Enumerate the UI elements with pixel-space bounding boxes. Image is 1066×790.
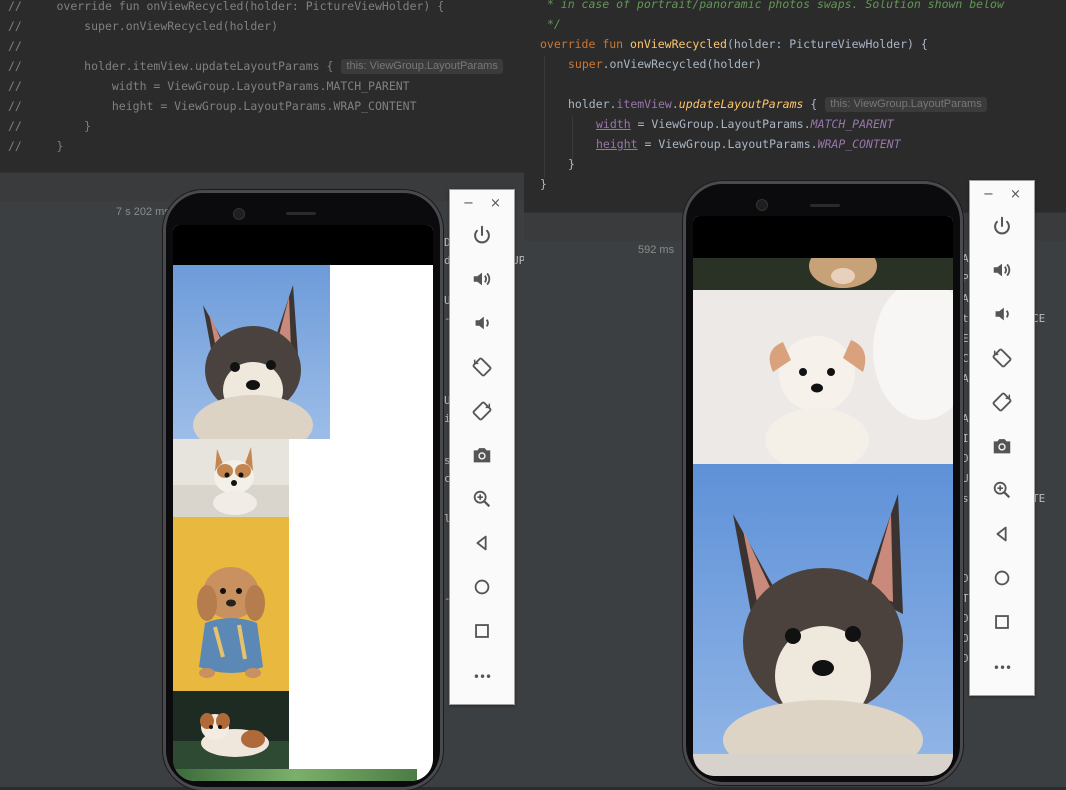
home-circle-icon: [991, 567, 1013, 593]
emulator-toolbar-right: − × •••: [969, 180, 1035, 696]
rotate-left-button[interactable]: [970, 338, 1034, 382]
rotate-left-button[interactable]: [450, 347, 514, 391]
code-line: width = ViewGroup.LayoutParams.MATCH_PAR…: [596, 117, 894, 131]
home-button[interactable]: [450, 567, 514, 611]
photo-lying-puppy[interactable]: [173, 691, 289, 769]
code-line: override fun onViewRecycled(holder: Pict…: [540, 37, 928, 51]
screenshot-button[interactable]: [970, 426, 1034, 470]
power-icon: [471, 224, 493, 250]
back-triangle-icon: [991, 523, 1013, 549]
code-line: // override fun onViewRecycled(holder: P…: [8, 0, 445, 13]
speaker-grille: [810, 204, 840, 207]
home-button[interactable]: [970, 558, 1034, 602]
power-button[interactable]: [450, 215, 514, 259]
status-bar: [173, 225, 433, 265]
photo-chihuahua-large[interactable]: [693, 464, 953, 754]
emulator-phone-right: [683, 181, 963, 785]
overview-button[interactable]: [970, 602, 1034, 646]
type-hint: this: ViewGroup.LayoutParams: [341, 59, 503, 74]
volume-up-icon: [991, 259, 1013, 285]
code-line: }: [540, 177, 547, 191]
back-button[interactable]: [970, 514, 1034, 558]
phone-screen[interactable]: [173, 225, 433, 781]
code-line: // }: [8, 139, 64, 153]
type-hint: this: ViewGroup.LayoutParams: [825, 97, 987, 112]
code-line: // holder.itemView.updateLayoutParams {t…: [8, 56, 503, 76]
close-button[interactable]: ×: [1010, 187, 1021, 202]
code-line: }: [568, 157, 575, 171]
more-dots-icon: •••: [992, 661, 1012, 675]
volume-up-button[interactable]: [450, 259, 514, 303]
zoom-in-icon: [991, 479, 1013, 505]
phone-screen[interactable]: [693, 216, 953, 776]
code-line: // super.onViewRecycled(holder): [8, 19, 279, 33]
code-line: // }: [8, 119, 92, 133]
photo-partial-top[interactable]: [693, 258, 953, 290]
photo-partial-bottom[interactable]: [693, 754, 953, 776]
rotate-right-button[interactable]: [970, 382, 1034, 426]
code-line: */: [540, 17, 561, 31]
emulator-toolbar-left: − × •••: [449, 189, 515, 705]
power-button[interactable]: [970, 206, 1034, 250]
photo-partial[interactable]: [173, 769, 417, 781]
volume-up-button[interactable]: [970, 250, 1034, 294]
photo-corgi[interactable]: [173, 439, 289, 517]
volume-down-button[interactable]: [970, 294, 1034, 338]
code-line: holder.itemView.updateLayoutParams {this…: [568, 94, 987, 114]
volume-down-button[interactable]: [450, 303, 514, 347]
camera-icon: [471, 444, 493, 470]
build-timing: 7 s 202 ms: [116, 206, 170, 218]
rotate-left-icon: [471, 356, 493, 382]
overview-square-icon: [471, 620, 493, 646]
speaker-grille: [286, 212, 316, 215]
photo-poodle[interactable]: [173, 517, 289, 691]
code-line: height = ViewGroup.LayoutParams.WRAP_CON…: [596, 137, 901, 151]
power-icon: [991, 215, 1013, 241]
home-circle-icon: [471, 576, 493, 602]
minimize-button[interactable]: −: [983, 187, 994, 202]
volume-up-icon: [471, 268, 493, 294]
overview-square-icon: [991, 611, 1013, 637]
minimize-button[interactable]: −: [463, 196, 474, 211]
camera-icon: [991, 435, 1013, 461]
rotate-right-icon: [471, 400, 493, 426]
photo-white-puppy[interactable]: [693, 290, 953, 464]
more-button[interactable]: •••: [450, 655, 514, 699]
emulator-phone-left: [163, 190, 443, 790]
overview-button[interactable]: [450, 611, 514, 655]
more-dots-icon: •••: [472, 670, 492, 684]
camera-icon: [756, 199, 768, 211]
rotate-right-icon: [991, 391, 1013, 417]
more-button[interactable]: •••: [970, 646, 1034, 690]
volume-down-icon: [991, 303, 1013, 329]
volume-down-icon: [471, 312, 493, 338]
status-bar: [693, 216, 953, 258]
zoom-button[interactable]: [970, 470, 1034, 514]
camera-icon: [233, 208, 245, 220]
screenshot-button[interactable]: [450, 435, 514, 479]
left-code-editor[interactable]: // override fun onViewRecycled(holder: P…: [0, 0, 524, 172]
rotate-left-icon: [991, 347, 1013, 373]
back-triangle-icon: [471, 532, 493, 558]
rotate-right-button[interactable]: [450, 391, 514, 435]
zoom-button[interactable]: [450, 479, 514, 523]
zoom-in-icon: [471, 488, 493, 514]
indent-guide: [544, 56, 545, 178]
back-button[interactable]: [450, 523, 514, 567]
code-line: * in case of portrait/panoramic photos s…: [540, 0, 1004, 11]
build-timing: 592 ms: [638, 244, 675, 256]
photo-chihuahua[interactable]: [173, 265, 330, 439]
close-button[interactable]: ×: [490, 196, 501, 211]
code-line: // width = ViewGroup.LayoutParams.MATCH_…: [8, 79, 410, 93]
code-line: super.onViewRecycled(holder): [568, 57, 762, 71]
code-line: //: [8, 39, 22, 53]
code-line: // height = ViewGroup.LayoutParams.WRAP_…: [8, 99, 417, 113]
